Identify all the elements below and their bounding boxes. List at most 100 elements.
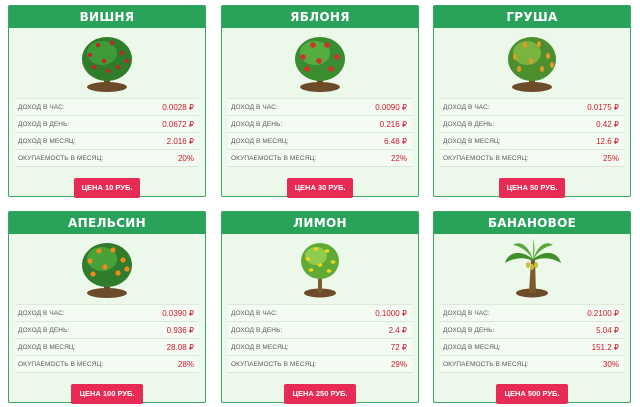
payback-row: ОКУПАЕМОСТЬ В МЕСЯЦ: 25%: [440, 150, 624, 167]
tree-card-lemon: ЛИМОН ДОХОД В ЧАС: 0.1000 ₽ ДОХОД В ДЕНЬ:…: [221, 211, 419, 404]
income-per-day-row: ДОХОД В ДЕНЬ: 5.04 ₽: [440, 322, 624, 339]
payback-value: 20%: [177, 153, 194, 163]
income-per-month-label: ДОХОД В МЕСЯЦ:: [443, 343, 501, 351]
income-per-day-value: 2.4 ₽: [388, 325, 407, 335]
pear-tree-icon: [434, 28, 630, 94]
income-per-month-label: ДОХОД В МЕСЯЦ:: [231, 137, 289, 145]
stats-list: ДОХОД В ЧАС: 0.0090 ₽ ДОХОД В ДЕНЬ: 0.216 …: [228, 98, 412, 167]
income-per-month-row: ДОХОД В МЕСЯЦ: 72 ₽: [228, 339, 412, 356]
income-per-hour-label: ДОХОД В ЧАС:: [443, 103, 490, 111]
income-per-day-label: ДОХОД В ДЕНЬ:: [443, 326, 495, 334]
card-title: ЛИМОН: [222, 212, 418, 234]
income-per-day-value: 0.0672 ₽: [162, 119, 194, 129]
income-per-day-row: ДОХОД В ДЕНЬ: 0.216 ₽: [228, 116, 412, 133]
payback-label: ОКУПАЕМОСТЬ В МЕСЯЦ:: [443, 154, 529, 162]
card-title: ГРУША: [434, 6, 630, 28]
income-per-hour-label: ДОХОД В ЧАС:: [231, 309, 278, 317]
tree-card-apple: ЯБЛОНЯ ДОХОД В ЧАС: 0.0090 ₽ ДОХОД В ДЕНЬ…: [221, 5, 419, 198]
stats-list: ДОХОД В ЧАС: 0.0390 ₽ ДОХОД В ДЕНЬ: 0.936 …: [15, 304, 199, 373]
income-per-hour-value: 0.0028 ₽: [162, 102, 194, 112]
income-per-day-row: ДОХОД В ДЕНЬ: 2.4 ₽: [228, 322, 412, 339]
income-per-hour-label: ДОХОД В ЧАС:: [231, 103, 278, 111]
income-per-day-row: ДОХОД В ДЕНЬ: 0.0672 ₽: [15, 116, 199, 133]
income-per-hour-label: ДОХОД В ЧАС:: [18, 309, 65, 317]
payback-label: ОКУПАЕМОСТЬ В МЕСЯЦ:: [18, 360, 104, 368]
income-per-hour-value: 0.0175 ₽: [587, 102, 619, 112]
income-per-hour-value: 0.1000 ₽: [375, 308, 407, 318]
income-per-day-label: ДОХОД В ДЕНЬ:: [443, 120, 495, 128]
buy-button[interactable]: ЦЕНА 30 РУБ.: [286, 178, 354, 198]
income-per-hour-value: 0.0090 ₽: [375, 102, 407, 112]
income-per-month-value: 6.48 ₽: [384, 136, 407, 146]
income-per-hour-row: ДОХОД В ЧАС: 0.0175 ₽: [440, 99, 624, 116]
payback-value: 25%: [602, 153, 619, 163]
apple-tree-icon: [222, 28, 418, 94]
income-per-day-label: ДОХОД В ДЕНЬ:: [231, 326, 283, 334]
payback-row: ОКУПАЕМОСТЬ В МЕСЯЦ: 28%: [15, 356, 199, 373]
payback-label: ОКУПАЕМОСТЬ В МЕСЯЦ:: [443, 360, 529, 368]
income-per-day-label: ДОХОД В ДЕНЬ:: [18, 326, 70, 334]
buy-button[interactable]: ЦЕНА 500 РУБ.: [496, 384, 568, 404]
income-per-hour-row: ДОХОД В ЧАС: 0.2100 ₽: [440, 305, 624, 322]
cherry-tree-icon: [9, 28, 205, 94]
income-per-month-value: 151.2 ₽: [591, 342, 619, 352]
income-per-month-row: ДОХОД В МЕСЯЦ: 6.48 ₽: [228, 133, 412, 150]
payback-row: ОКУПАЕМОСТЬ В МЕСЯЦ: 20%: [15, 150, 199, 167]
income-per-day-value: 0.42 ₽: [596, 119, 619, 129]
income-per-month-value: 28.08 ₽: [166, 342, 194, 352]
payback-value: 29%: [390, 359, 407, 369]
payback-value: 30%: [602, 359, 619, 369]
card-title: БАНАНОВОЕ: [434, 212, 630, 234]
banana-tree-icon: [434, 234, 630, 300]
income-per-day-label: ДОХОД В ДЕНЬ:: [18, 120, 70, 128]
payback-label: ОКУПАЕМОСТЬ В МЕСЯЦ:: [231, 360, 317, 368]
tree-card-pear: ГРУША ДОХОД В ЧАС: 0.0175 ₽ ДОХОД В ДЕНЬ:…: [433, 5, 631, 198]
income-per-month-label: ДОХОД В МЕСЯЦ:: [443, 137, 501, 145]
income-per-day-row: ДОХОД В ДЕНЬ: 0.42 ₽: [440, 116, 624, 133]
income-per-hour-label: ДОХОД В ЧАС:: [18, 103, 65, 111]
tree-card-banana: БАНАНОВОЕ ДОХОД В ЧАС: 0.2100 ₽ ДОХОД В Д…: [433, 211, 631, 404]
card-title: АПЕЛЬСИН: [9, 212, 205, 234]
lemon-tree-icon: [222, 234, 418, 300]
income-per-hour-row: ДОХОД В ЧАС: 0.0028 ₽: [15, 99, 199, 116]
tree-card-orange: АПЕЛЬСИН ДОХОД В ЧАС: 0.0390 ₽ ДОХОД В ДЕ…: [8, 211, 206, 404]
buy-button[interactable]: ЦЕНА 50 РУБ.: [498, 178, 566, 198]
income-per-month-value: 12.6 ₽: [596, 136, 619, 146]
payback-row: ОКУПАЕМОСТЬ В МЕСЯЦ: 22%: [228, 150, 412, 167]
buy-button[interactable]: ЦЕНА 100 РУБ.: [71, 384, 143, 404]
stats-list: ДОХОД В ЧАС: 0.1000 ₽ ДОХОД В ДЕНЬ: 2.4 ₽ …: [228, 304, 412, 373]
payback-row: ОКУПАЕМОСТЬ В МЕСЯЦ: 30%: [440, 356, 624, 373]
income-per-hour-row: ДОХОД В ЧАС: 0.0390 ₽: [15, 305, 199, 322]
buy-button[interactable]: ЦЕНА 10 РУБ.: [73, 178, 141, 198]
payback-value: 28%: [177, 359, 194, 369]
income-per-hour-row: ДОХОД В ЧАС: 0.0090 ₽: [228, 99, 412, 116]
income-per-month-row: ДОХОД В МЕСЯЦ: 12.6 ₽: [440, 133, 624, 150]
income-per-month-label: ДОХОД В МЕСЯЦ:: [231, 343, 289, 351]
payback-value: 22%: [390, 153, 407, 163]
card-title: ВИШНЯ: [9, 6, 205, 28]
tree-card-cherry: ВИШНЯ ДОХОД В ЧАС: 0.0028 ₽ ДОХОД В ДЕНЬ:…: [8, 5, 206, 198]
income-per-month-label: ДОХОД В МЕСЯЦ:: [18, 343, 76, 351]
income-per-month-row: ДОХОД В МЕСЯЦ: 151.2 ₽: [440, 339, 624, 356]
income-per-day-value: 0.936 ₽: [166, 325, 194, 335]
stats-list: ДОХОД В ЧАС: 0.2100 ₽ ДОХОД В ДЕНЬ: 5.04 ₽…: [440, 304, 624, 373]
buy-button[interactable]: ЦЕНА 250 РУБ.: [284, 384, 356, 404]
income-per-day-value: 0.216 ₽: [379, 119, 407, 129]
income-per-hour-label: ДОХОД В ЧАС:: [443, 309, 490, 317]
income-per-hour-value: 0.2100 ₽: [587, 308, 619, 318]
income-per-month-value: 72 ₽: [390, 342, 407, 352]
income-per-day-label: ДОХОД В ДЕНЬ:: [231, 120, 283, 128]
income-per-month-label: ДОХОД В МЕСЯЦ:: [18, 137, 76, 145]
income-per-day-row: ДОХОД В ДЕНЬ: 0.936 ₽: [15, 322, 199, 339]
income-per-month-row: ДОХОД В МЕСЯЦ: 2.016 ₽: [15, 133, 199, 150]
income-per-hour-value: 0.0390 ₽: [162, 308, 194, 318]
payback-label: ОКУПАЕМОСТЬ В МЕСЯЦ:: [231, 154, 317, 162]
income-per-month-row: ДОХОД В МЕСЯЦ: 28.08 ₽: [15, 339, 199, 356]
stats-list: ДОХОД В ЧАС: 0.0175 ₽ ДОХОД В ДЕНЬ: 0.42 ₽…: [440, 98, 624, 167]
payback-row: ОКУПАЕМОСТЬ В МЕСЯЦ: 29%: [228, 356, 412, 373]
card-title: ЯБЛОНЯ: [222, 6, 418, 28]
income-per-month-value: 2.016 ₽: [166, 136, 194, 146]
payback-label: ОКУПАЕМОСТЬ В МЕСЯЦ:: [18, 154, 104, 162]
income-per-hour-row: ДОХОД В ЧАС: 0.1000 ₽: [228, 305, 412, 322]
income-per-day-value: 5.04 ₽: [596, 325, 619, 335]
